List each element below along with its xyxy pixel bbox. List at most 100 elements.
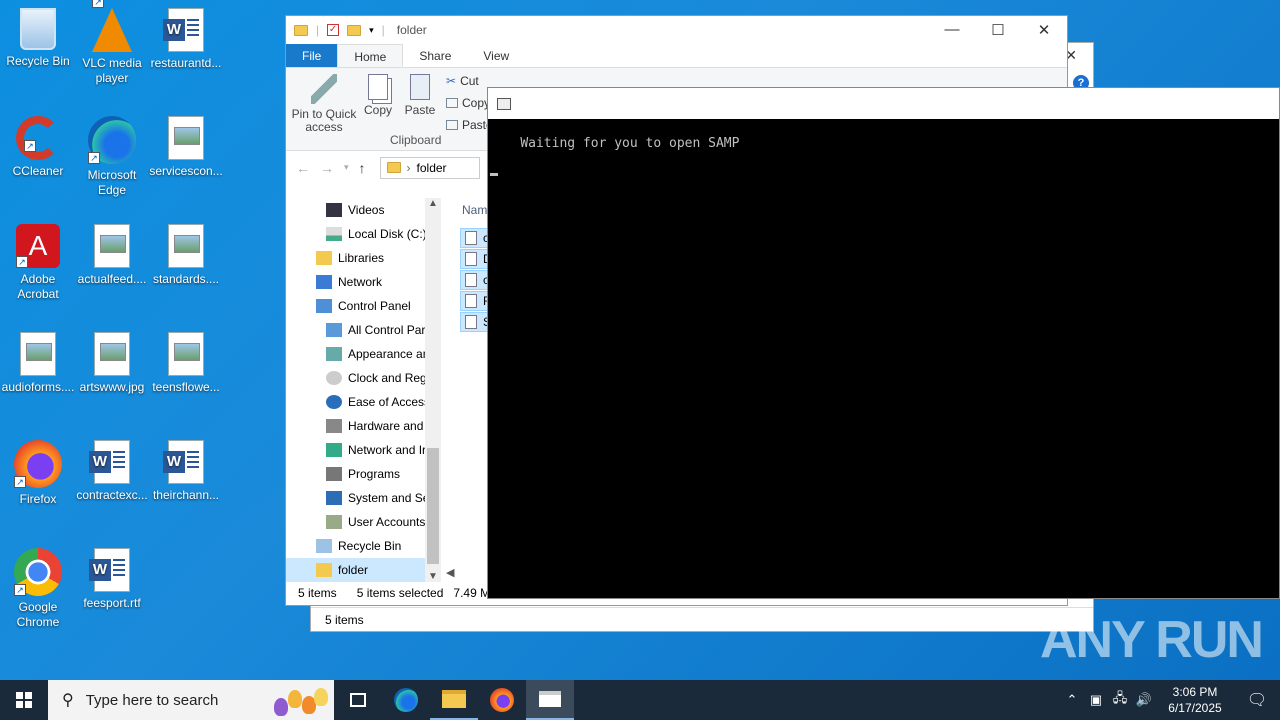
tab-home[interactable]: Home bbox=[337, 44, 404, 67]
nav-item-network-internet[interactable]: Network and Ir bbox=[286, 438, 441, 462]
desktop-icon-label: VLC media player bbox=[82, 56, 142, 85]
edge-icon bbox=[394, 688, 418, 712]
taskbar-file-explorer-button[interactable] bbox=[430, 680, 478, 720]
taskbar-edge-button[interactable] bbox=[382, 680, 430, 720]
file-row[interactable]: c bbox=[460, 228, 490, 248]
desktop-icon-restaurantd[interactable]: restaurantd... bbox=[148, 8, 224, 71]
desktop-icon-label: feesport.rtf bbox=[83, 596, 141, 610]
quick-access-toolbar: | ✓ ▾ | bbox=[294, 23, 385, 37]
desktop-icon-vlc[interactable]: ↗ VLC media player bbox=[74, 0, 150, 86]
maximize-icon[interactable]: ☐ bbox=[975, 21, 1021, 39]
nav-item-ease-of-access[interactable]: Ease of Access bbox=[286, 390, 441, 414]
desktop-icon-feesport[interactable]: feesport.rtf bbox=[74, 548, 150, 611]
nav-item-label: Local Disk (C:) bbox=[348, 227, 427, 241]
watermark-text: ANY RUN bbox=[1040, 611, 1264, 669]
nav-item-network[interactable]: Network bbox=[286, 270, 441, 294]
desktop-icon-actualfeed[interactable]: actualfeed.... bbox=[74, 224, 150, 287]
copy-path-button[interactable]: Copy bbox=[446, 96, 490, 110]
file-row[interactable]: c bbox=[460, 270, 490, 290]
network-icon bbox=[316, 275, 332, 289]
pin-to-quick-access-button[interactable]: Pin to Quick access bbox=[290, 74, 358, 134]
taskbar-console-button[interactable] bbox=[526, 680, 574, 720]
tab-file[interactable]: File bbox=[286, 44, 338, 67]
address-bar[interactable]: › folder bbox=[379, 156, 480, 179]
cut-button[interactable]: ✂ Cut bbox=[446, 74, 479, 88]
nav-item-clock-region[interactable]: Clock and Regi bbox=[286, 366, 441, 390]
file-row[interactable]: S bbox=[460, 312, 491, 332]
desktop-icon-edge[interactable]: ↗ Microsoft Edge bbox=[74, 116, 150, 198]
tab-view[interactable]: View bbox=[467, 44, 525, 67]
taskbar-firefox-button[interactable] bbox=[478, 680, 526, 720]
desktop-icon-label: Microsoft Edge bbox=[87, 168, 137, 197]
up-arrow-icon[interactable]: ↑ bbox=[359, 160, 366, 176]
nav-item-user-accounts[interactable]: User Accounts bbox=[286, 510, 441, 534]
nav-item-folder[interactable]: folder bbox=[286, 558, 441, 582]
desktop-icon-teensflowe[interactable]: teensflowe... bbox=[148, 332, 224, 395]
new-folder-icon[interactable] bbox=[347, 24, 362, 36]
minimize-icon[interactable]: — bbox=[929, 21, 975, 39]
paste-shortcut-button[interactable]: Paste bbox=[446, 118, 493, 132]
volume-icon[interactable]: 🔊 bbox=[1132, 692, 1156, 708]
nav-pane-scrollbar[interactable]: ▲ ▼ bbox=[425, 198, 441, 582]
close-icon[interactable]: ✕ bbox=[1021, 21, 1067, 39]
nav-item-hardware[interactable]: Hardware and bbox=[286, 414, 441, 438]
paste-button[interactable]: Paste bbox=[402, 74, 438, 117]
desktop-icon-theirchann[interactable]: theirchann... bbox=[148, 440, 224, 503]
forward-arrow-icon[interactable]: → bbox=[320, 160, 334, 176]
desktop-icon-acrobat[interactable]: A ↗ Adobe Acrobat bbox=[0, 224, 76, 302]
word-document-icon bbox=[89, 440, 130, 484]
nav-item-libraries[interactable]: Libraries bbox=[286, 246, 441, 270]
nav-item-label: All Control Par bbox=[348, 323, 426, 337]
desktop-icon-contractexc[interactable]: contractexc... bbox=[74, 440, 150, 503]
nav-item-videos[interactable]: Videos bbox=[286, 198, 441, 222]
nav-item-control-panel[interactable]: Control Panel bbox=[286, 294, 441, 318]
desktop-icon-standards[interactable]: standards.... bbox=[148, 224, 224, 287]
nav-item-all-control-panel[interactable]: All Control Par bbox=[286, 318, 441, 342]
nav-item-label: Network bbox=[338, 275, 383, 289]
taskbar-search-box[interactable]: ⚲ Type here to search bbox=[48, 680, 334, 720]
column-header-name[interactable]: Nam bbox=[462, 203, 487, 217]
scroll-left-icon[interactable]: ◀ bbox=[446, 567, 454, 579]
nav-item-recycle-bin[interactable]: Recycle Bin bbox=[286, 534, 441, 558]
nav-item-appearance[interactable]: Appearance an bbox=[286, 342, 441, 366]
desktop-icon-artswww[interactable]: artswww.jpg bbox=[74, 332, 150, 395]
tab-share[interactable]: Share bbox=[403, 44, 467, 67]
console-window[interactable]: Waiting for you to open SAMP bbox=[487, 87, 1280, 599]
chevron-down-icon[interactable]: ▾ bbox=[369, 25, 374, 36]
desktop-icon-label: restaurantd... bbox=[150, 56, 222, 70]
windows-logo-icon bbox=[16, 692, 32, 708]
system-tray: ⌃ ▣ 🖧 🔊 3:06 PM 6/17/2025 🗨 bbox=[1060, 680, 1280, 720]
clock[interactable]: 3:06 PM 6/17/2025 bbox=[1156, 684, 1234, 716]
desktop-icon-audioforms[interactable]: audioforms.... bbox=[0, 332, 76, 395]
nav-item-programs[interactable]: Programs bbox=[286, 462, 441, 486]
file-row[interactable]: F bbox=[460, 291, 490, 311]
nav-item-system-security[interactable]: System and Se bbox=[286, 486, 441, 510]
recent-locations-chevron-icon[interactable]: ▾ bbox=[344, 162, 349, 173]
nav-item-local-disk[interactable]: Local Disk (C:) bbox=[286, 222, 441, 246]
file-icon bbox=[465, 273, 477, 287]
back-arrow-icon[interactable]: ← bbox=[296, 160, 310, 176]
desktop-icon-chrome[interactable]: ↗ Google Chrome bbox=[0, 548, 76, 630]
window-title: folder bbox=[396, 23, 427, 37]
scroll-up-icon[interactable]: ▲ bbox=[428, 198, 438, 209]
meet-now-icon[interactable]: ▣ bbox=[1084, 692, 1108, 708]
desktop-icon-firefox[interactable]: ↗ Firefox bbox=[0, 440, 76, 507]
console-title-bar[interactable] bbox=[488, 88, 1279, 119]
nav-item-label: Network and Ir bbox=[348, 443, 427, 457]
notifications-icon[interactable]: 🗨 bbox=[1234, 690, 1280, 710]
horizontal-scrollbar[interactable]: ◀ bbox=[446, 566, 486, 582]
file-row[interactable]: D bbox=[460, 249, 492, 269]
copy-button[interactable]: Copy bbox=[362, 74, 394, 117]
desktop-icon-ccleaner[interactable]: ↗ CCleaner bbox=[0, 116, 76, 179]
title-bar[interactable]: | ✓ ▾ | folder — ☐ ✕ bbox=[286, 16, 1067, 44]
chevron-up-icon[interactable]: ⌃ bbox=[1060, 692, 1084, 708]
start-button[interactable] bbox=[0, 680, 48, 720]
anyrun-watermark: ANY RUN bbox=[1040, 610, 1264, 670]
desktop-icon-recycle-bin[interactable]: Recycle Bin bbox=[0, 8, 76, 69]
desktop-icon-servicescon[interactable]: servicescon... bbox=[148, 116, 224, 179]
task-view-button[interactable] bbox=[334, 680, 382, 720]
scrollbar-thumb[interactable] bbox=[427, 448, 439, 564]
navigation-pane[interactable]: Videos Local Disk (C:) Libraries Network… bbox=[286, 198, 441, 582]
properties-icon[interactable]: ✓ bbox=[327, 24, 340, 36]
network-icon[interactable]: 🖧 bbox=[1108, 689, 1132, 711]
